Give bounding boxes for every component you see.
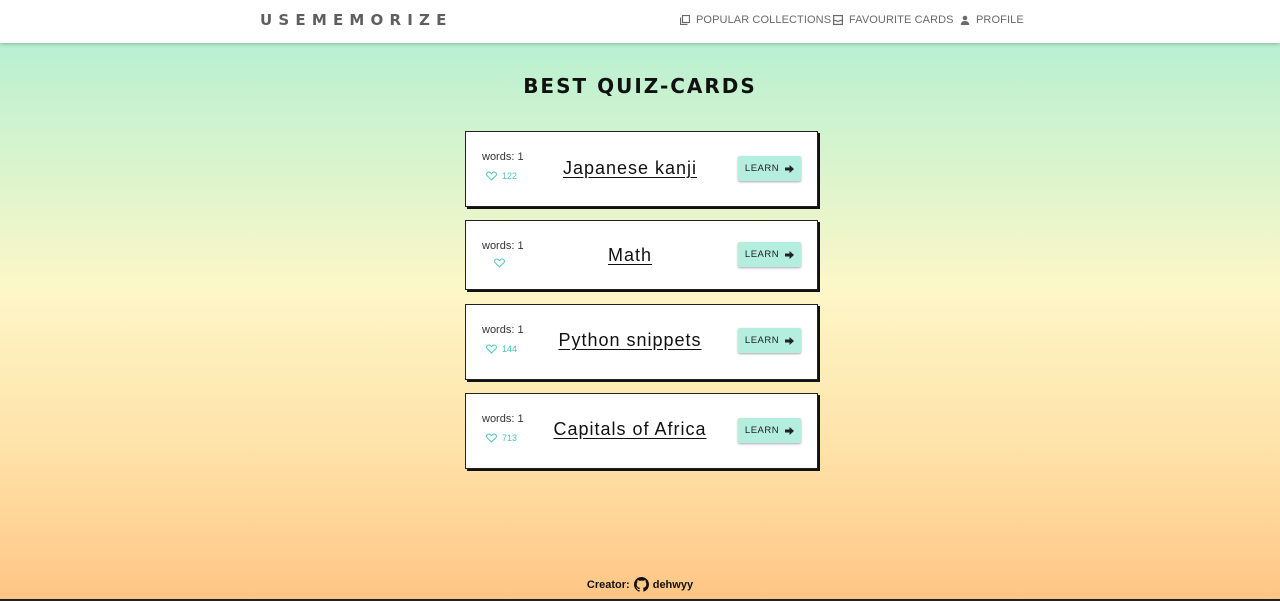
learn-button[interactable]: LEARN [738,418,801,443]
card-likes-count: 122 [502,171,518,181]
nav-popular-collections-label: POPULAR COLLECTIONS [696,14,832,26]
card-likes-count: 144 [502,344,518,354]
card-word-count: words: 1 [482,151,524,163]
top-navbar: USEMEMORIZE POPULAR COLLECTIONS FAVOURIT… [0,0,1280,43]
nav-profile[interactable]: PROFILE [960,13,1024,27]
arrow-right-icon [785,426,795,435]
learn-button-label: LEARN [744,163,780,174]
quiz-card: words: 1 Math LEARN [465,220,818,290]
heart-icon [494,258,505,268]
card-likes[interactable] [494,258,510,268]
card-word-count: words: 1 [482,240,524,252]
collections-icon [680,15,690,25]
footer: Creator: dehwyy [0,577,1280,592]
nav-popular-collections[interactable]: POPULAR COLLECTIONS [680,13,831,27]
footer-author-link[interactable]: dehwyy [653,579,693,591]
learn-button[interactable]: LEARN [738,328,801,353]
learn-button-label: LEARN [744,335,780,346]
person-icon [960,15,970,25]
card-word-count: words: 1 [482,324,524,336]
card-title: Capitals of Africa [553,419,707,439]
heart-icon [486,344,497,354]
learn-button[interactable]: LEARN [738,242,801,267]
card-title: Japanese kanji [562,158,698,178]
card-likes[interactable]: 122 [486,171,517,181]
learn-button[interactable]: LEARN [738,156,801,181]
page-title: BEST QUIZ-CARDS [523,74,757,98]
learn-button-label: LEARN [744,249,780,260]
card-likes[interactable]: 144 [486,344,517,354]
card-title: Python snippets [558,330,702,350]
card-likes[interactable]: 713 [486,433,517,443]
footer-creator-label: Creator: [586,578,630,591]
arrow-right-icon [785,250,795,259]
nav-favourite-cards-label: FAVOURITE CARDS [849,14,954,26]
nav-profile-label: PROFILE [976,14,1024,26]
brand-logo[interactable]: USEMEMORIZE [260,11,453,29]
card-likes-count: 713 [502,433,518,443]
heart-icon [486,433,497,443]
arrow-right-icon [785,336,795,345]
card-title: Math [607,245,653,265]
inbox-icon [833,15,843,25]
quiz-card: words: 1 713 Capitals of Africa LEARN [465,393,818,469]
quiz-card: words: 1 144 Python snippets LEARN [465,304,818,380]
arrow-right-icon [785,164,795,173]
heart-icon [486,171,497,181]
github-icon[interactable] [633,577,649,592]
learn-button-label: LEARN [744,425,780,436]
card-word-count: words: 1 [482,413,524,425]
nav-favourite-cards[interactable]: FAVOURITE CARDS [833,13,954,27]
quiz-card: words: 1 122 Japanese kanji LEARN [465,131,818,207]
